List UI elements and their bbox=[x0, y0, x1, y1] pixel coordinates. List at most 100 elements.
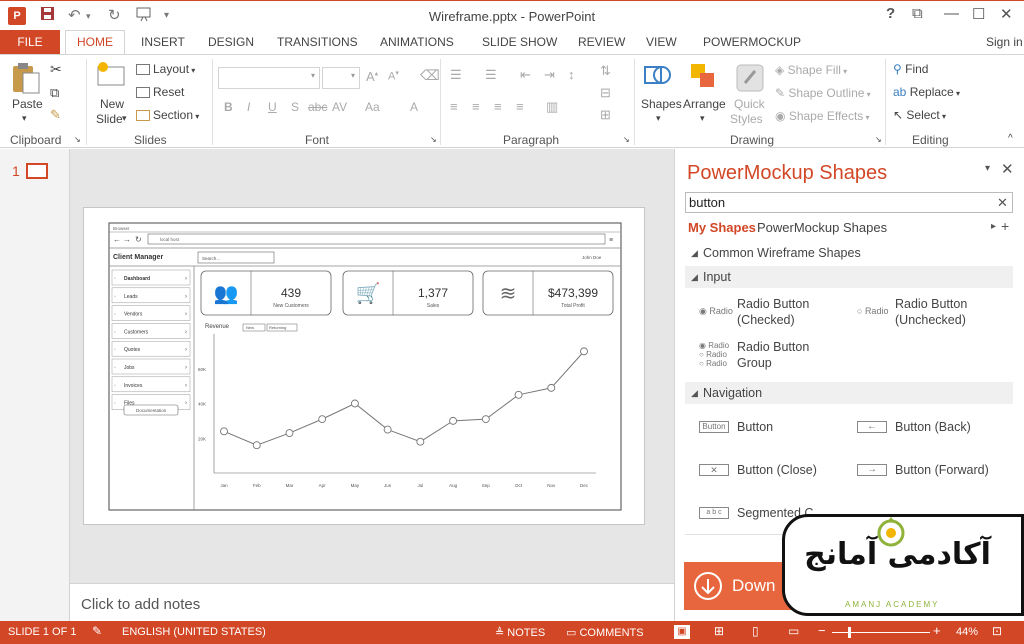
increase-indent-icon[interactable]: ⇥ bbox=[544, 67, 555, 83]
clipboard-launcher-icon[interactable]: ↘ bbox=[74, 135, 81, 144]
slide-sorter-icon[interactable]: ⊞ bbox=[714, 624, 724, 638]
underline-button[interactable]: U bbox=[268, 100, 277, 114]
paste-icon[interactable] bbox=[10, 61, 42, 98]
shapes-button[interactable]: Shapes bbox=[641, 97, 682, 111]
shapes-dropdown-icon[interactable]: ▾ bbox=[656, 113, 661, 124]
grow-font-icon[interactable]: A▴ bbox=[366, 69, 378, 84]
shape-button[interactable]: Button bbox=[737, 419, 773, 435]
slide-thumbnail[interactable] bbox=[26, 163, 48, 179]
ribbon-display-icon[interactable]: ⧉ bbox=[912, 5, 923, 22]
reading-view-icon[interactable]: ▯ bbox=[752, 624, 759, 638]
arrange-dropdown-icon[interactable]: ▾ bbox=[700, 113, 705, 124]
quick-styles-button[interactable]: Quick bbox=[734, 97, 765, 111]
align-text-icon[interactable]: ⊟ bbox=[600, 85, 611, 101]
copy-icon[interactable]: ⧉ bbox=[50, 85, 59, 101]
zoom-level[interactable]: 44% bbox=[956, 626, 978, 638]
tab-powermockup-shapes[interactable]: PowerMockup Shapes bbox=[757, 220, 887, 235]
clear-formatting-icon[interactable]: ⌫ bbox=[420, 67, 440, 84]
align-right-icon[interactable]: ≡ bbox=[494, 99, 502, 114]
sign-in-link[interactable]: Sign in bbox=[986, 35, 1023, 49]
shape-button-close[interactable]: Button (Close) bbox=[737, 462, 817, 478]
quick-styles-icon[interactable] bbox=[735, 63, 765, 96]
tab-slide-show[interactable]: SLIDE SHOW bbox=[482, 35, 557, 49]
paste-button[interactable]: Paste bbox=[12, 97, 43, 111]
tab-my-shapes[interactable]: My Shapes bbox=[688, 220, 756, 235]
shrink-font-icon[interactable]: A▾ bbox=[388, 69, 399, 83]
numbering-icon[interactable]: ☰ bbox=[485, 67, 497, 83]
shape-radio-checked[interactable]: Radio Button (Checked) bbox=[737, 296, 809, 328]
pane-options-icon[interactable]: ▾ bbox=[985, 163, 990, 174]
reset-button[interactable]: Reset bbox=[136, 85, 184, 99]
slide[interactable]: Browser ← → ↻ local host ≡ Client Manage… bbox=[83, 207, 645, 525]
text-direction-icon[interactable]: ⇅ bbox=[600, 63, 611, 79]
tab-design[interactable]: DESIGN bbox=[208, 35, 254, 49]
new-slide-button[interactable]: New bbox=[100, 97, 124, 111]
zoom-out-icon[interactable]: − bbox=[818, 623, 826, 638]
bullets-icon[interactable]: ☰ bbox=[450, 67, 462, 83]
shadow-button[interactable]: S bbox=[291, 100, 299, 114]
clear-search-icon[interactable]: ✕ bbox=[997, 195, 1008, 211]
new-slide-button-line2[interactable]: Slide bbox=[96, 112, 123, 126]
tab-view[interactable]: VIEW bbox=[646, 35, 677, 49]
category-input[interactable]: ◢ Input bbox=[685, 266, 1013, 288]
shape-radio-unchecked[interactable]: Radio Button (Unchecked) bbox=[895, 296, 967, 328]
category-common[interactable]: ◢ Common Wireframe Shapes bbox=[685, 242, 1013, 264]
comments-toggle[interactable]: ▭ COMMENTS bbox=[566, 626, 644, 639]
zoom-in-icon[interactable]: + bbox=[933, 623, 941, 638]
category-navigation[interactable]: ◢ Navigation bbox=[685, 382, 1013, 404]
zoom-slider-thumb[interactable] bbox=[848, 627, 851, 638]
notes-area[interactable]: Click to add notes bbox=[70, 583, 674, 621]
shape-button-back[interactable]: Button (Back) bbox=[895, 419, 971, 435]
language-indicator[interactable]: ENGLISH (UNITED STATES) bbox=[122, 626, 266, 638]
justify-icon[interactable]: ≡ bbox=[516, 99, 524, 114]
font-color-button[interactable]: A bbox=[410, 100, 418, 114]
align-center-icon[interactable]: ≡ bbox=[472, 99, 480, 114]
tab-review[interactable]: REVIEW bbox=[578, 35, 625, 49]
help-icon[interactable]: ? bbox=[886, 5, 895, 22]
close-icon[interactable]: ✕ bbox=[1000, 5, 1013, 23]
font-name-combo[interactable]: ▾ bbox=[218, 67, 320, 89]
minimize-icon[interactable]: — bbox=[944, 5, 959, 22]
new-slide-dropdown-icon[interactable]: ▾ bbox=[122, 113, 127, 124]
arrange-icon[interactable] bbox=[688, 61, 718, 94]
tab-transitions[interactable]: TRANSITIONS bbox=[277, 35, 358, 49]
smartart-icon[interactable]: ⊞ bbox=[600, 107, 611, 123]
line-spacing-icon[interactable]: ↕ bbox=[568, 67, 575, 82]
strikethrough-button[interactable]: abc bbox=[308, 100, 327, 114]
add-icon[interactable]: + bbox=[1001, 218, 1009, 234]
pane-close-icon[interactable]: ✕ bbox=[1001, 160, 1014, 178]
tab-powermockup[interactable]: POWERMOCKUP bbox=[703, 35, 801, 49]
change-case-button[interactable]: Aa bbox=[365, 100, 380, 114]
decrease-indent-icon[interactable]: ⇤ bbox=[520, 67, 531, 83]
arrange-button[interactable]: Arrange bbox=[683, 97, 726, 111]
italic-button[interactable]: I bbox=[247, 100, 250, 114]
paragraph-launcher-icon[interactable]: ↘ bbox=[623, 135, 630, 144]
align-left-icon[interactable]: ≡ bbox=[450, 99, 458, 114]
maximize-icon[interactable]: ☐ bbox=[972, 5, 985, 23]
format-painter-icon[interactable]: ✎ bbox=[50, 107, 61, 123]
expand-icon[interactable]: ▸ bbox=[991, 221, 996, 232]
normal-view-icon[interactable]: ▣ bbox=[674, 625, 690, 639]
tab-animations[interactable]: ANIMATIONS bbox=[380, 35, 454, 49]
select-button[interactable]: ↖ Select ▾ bbox=[893, 108, 946, 122]
replace-button[interactable]: ab Replace ▾ bbox=[893, 85, 960, 99]
find-button[interactable]: ⚲ Find bbox=[893, 62, 928, 76]
bold-button[interactable]: B bbox=[224, 100, 233, 114]
shape-outline-button[interactable]: ✎ Shape Outline ▾ bbox=[775, 86, 871, 100]
shapes-icon[interactable] bbox=[642, 61, 674, 94]
shape-fill-button[interactable]: ◈ Shape Fill ▾ bbox=[775, 63, 847, 77]
shape-radio-group[interactable]: Radio Button Group bbox=[737, 339, 809, 371]
tab-insert[interactable]: INSERT bbox=[141, 35, 185, 49]
columns-icon[interactable]: ▥ bbox=[546, 99, 558, 115]
shape-button-forward[interactable]: Button (Forward) bbox=[895, 462, 989, 478]
notes-toggle[interactable]: ≜ NOTES bbox=[495, 626, 545, 639]
font-launcher-icon[interactable]: ↘ bbox=[430, 135, 437, 144]
spellcheck-icon[interactable]: ✎ bbox=[92, 624, 102, 638]
shape-search-input[interactable] bbox=[685, 192, 1013, 213]
fit-to-window-icon[interactable]: ⊡ bbox=[992, 624, 1002, 638]
font-size-combo[interactable]: ▾ bbox=[322, 67, 360, 89]
quick-styles-button-line2[interactable]: Styles bbox=[730, 112, 763, 126]
new-slide-icon[interactable] bbox=[96, 61, 126, 90]
tab-file[interactable]: FILE bbox=[0, 30, 60, 54]
section-button[interactable]: Section ▾ bbox=[136, 108, 199, 122]
